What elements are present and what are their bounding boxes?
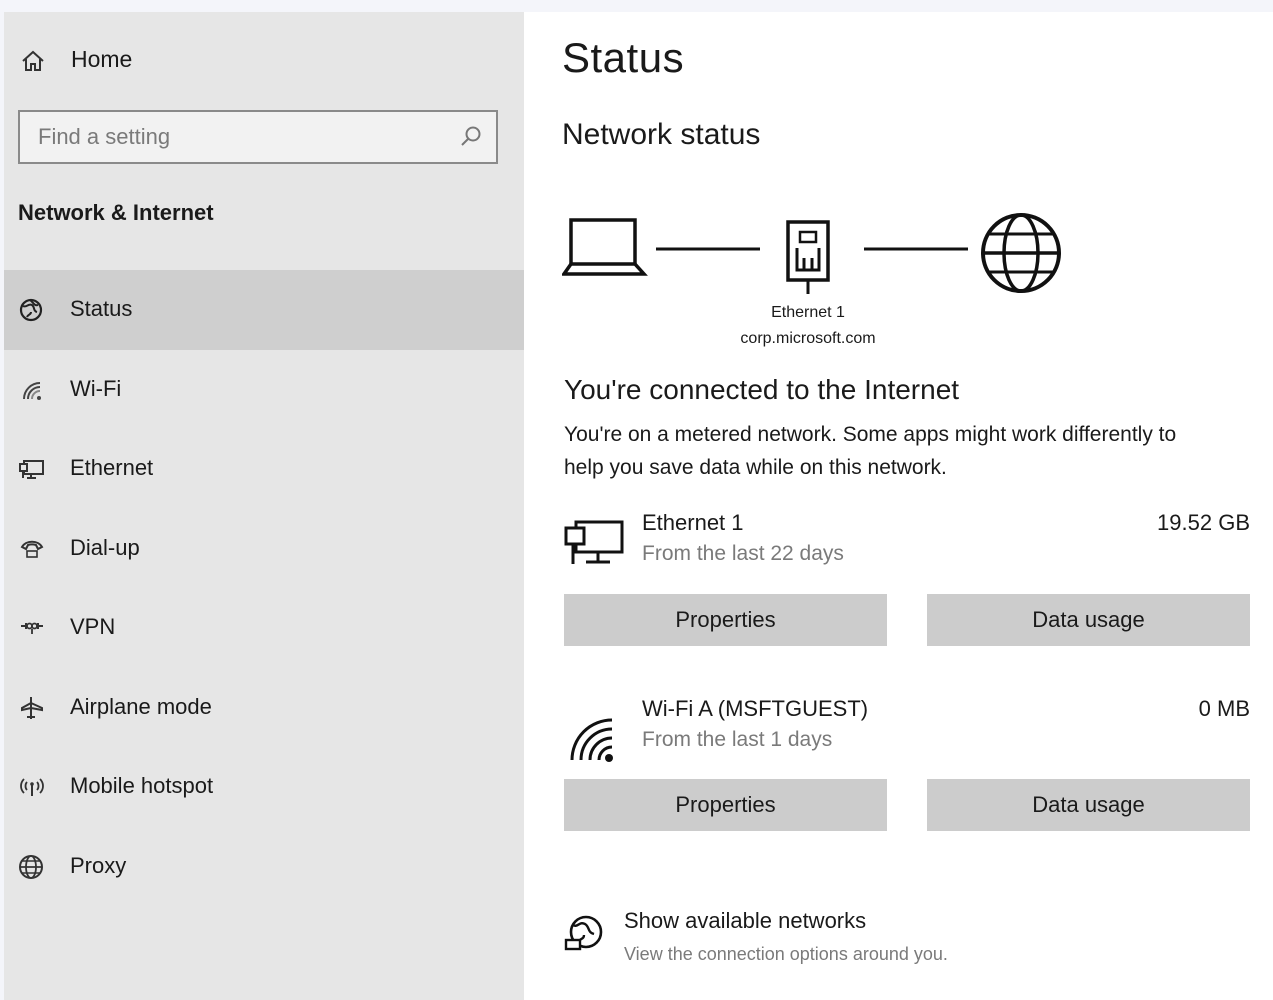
sidebar-item-label: VPN <box>70 614 116 639</box>
sidebar-item-status[interactable]: Status <box>4 270 524 350</box>
home-nav-item[interactable]: Home <box>4 32 524 88</box>
sidebar-item-label: Wi-Fi <box>70 375 122 401</box>
link-line-right <box>864 247 968 251</box>
sidebar-item-label: Status <box>70 296 133 321</box>
show-available-networks-link[interactable]: Show available networks View the connect… <box>564 908 1164 978</box>
network-name: Wi-Fi A (MSFTGUEST) <box>642 696 869 721</box>
sidebar-item-label: Airplane mode <box>70 693 212 719</box>
hotspot-icon <box>20 778 44 796</box>
sidebar-nav: Status Wi-Fi Ethernet Dial-up VPN Airpla… <box>4 270 524 906</box>
page-title: Status <box>562 34 685 81</box>
domain-label: corp.microsoft.com <box>740 330 876 347</box>
sidebar-item-label: Ethernet <box>70 455 154 480</box>
sidebar-item-hotspot[interactable]: Mobile hotspot <box>4 747 524 827</box>
search-input[interactable] <box>20 112 450 162</box>
wifi-icon <box>23 381 41 400</box>
settings-window: Home Network & Internet Status <box>4 12 1273 1000</box>
ethernet-adapter-icon <box>564 520 624 564</box>
wifi-data-usage-button[interactable]: Data usage <box>927 779 1250 831</box>
network-status-heading: Network status <box>562 118 761 151</box>
sidebar-item-ethernet[interactable]: Ethernet <box>4 429 524 509</box>
wifi-signal-icon <box>570 718 613 762</box>
connection-status-description: You're on a metered network. Some apps m… <box>564 423 1177 479</box>
globe-status-icon <box>19 298 43 322</box>
sidebar-item-proxy[interactable]: Proxy <box>4 827 524 907</box>
network-name: Ethernet 1 <box>642 510 744 535</box>
sidebar: Home Network & Internet Status <box>4 12 524 1000</box>
home-icon <box>22 50 44 71</box>
sidebar-item-label: Mobile hotspot <box>70 773 214 798</box>
section-title: Network & Internet <box>18 200 214 225</box>
show-networks-title: Show available networks <box>624 908 867 933</box>
ethernet-icon <box>19 460 44 479</box>
sidebar-item-vpn[interactable]: VPN <box>4 588 524 668</box>
show-networks-description: View the connection options around you. <box>624 944 948 964</box>
sidebar-item-airplane[interactable]: Airplane mode <box>4 668 524 748</box>
search-icon[interactable] <box>458 124 484 150</box>
main-content: Status Network status Ethernet 1 corp.mi… <box>524 12 1273 1000</box>
sidebar-item-label: Dial-up <box>70 534 140 560</box>
network-period: From the last 1 days <box>642 728 833 751</box>
vpn-icon <box>21 622 43 634</box>
wifi-properties-button[interactable]: Properties <box>564 779 887 831</box>
network-entry-wifi: Wi-Fi A (MSFTGUEST) From the last 1 days… <box>564 696 1254 776</box>
sidebar-item-dialup[interactable]: Dial-up <box>4 509 524 589</box>
search-box[interactable] <box>18 110 498 164</box>
link-line-left <box>656 247 760 251</box>
adapter-name-label: Ethernet 1 <box>771 304 845 321</box>
ethernet-properties-button[interactable]: Properties <box>564 594 887 646</box>
globe-network-icon <box>564 915 603 951</box>
home-label: Home <box>71 46 133 72</box>
network-period: From the last 22 days <box>642 542 844 565</box>
network-usage: 0 MB <box>1198 696 1250 721</box>
ethernet-port-icon <box>786 220 830 294</box>
laptop-icon <box>562 218 648 276</box>
connection-status-title: You're connected to the Internet <box>564 374 960 405</box>
ethernet-data-usage-button[interactable]: Data usage <box>927 594 1250 646</box>
airplane-icon <box>21 696 43 719</box>
network-usage: 19.52 GB <box>1157 510 1250 535</box>
dialup-icon <box>20 540 44 558</box>
sidebar-item-label: Proxy <box>70 852 127 878</box>
network-diagram: Ethernet 1 corp.microsoft.com <box>562 202 1082 352</box>
globe-icon <box>19 854 43 879</box>
sidebar-item-wifi[interactable]: Wi-Fi <box>4 350 524 430</box>
internet-globe-icon <box>981 213 1061 293</box>
